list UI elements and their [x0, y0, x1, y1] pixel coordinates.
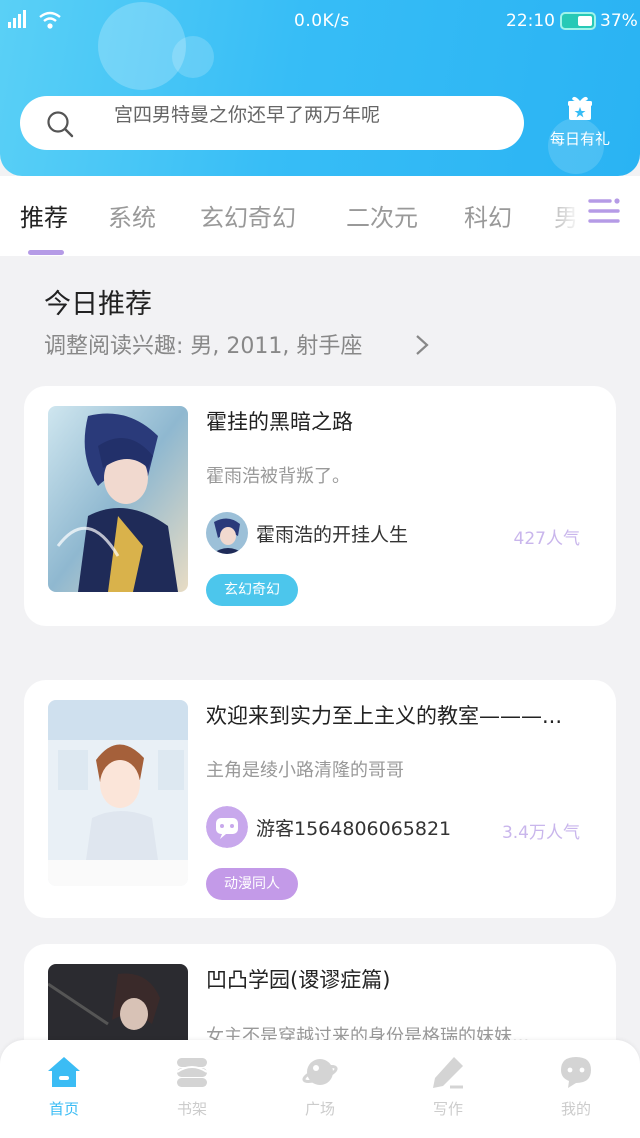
- book-cover[interactable]: [48, 406, 188, 592]
- tab-fantasy[interactable]: 玄幻奇幻: [200, 198, 296, 233]
- net-speed: 0.0K/s: [294, 11, 350, 31]
- search-icon: [47, 111, 74, 138]
- genre-tag: 动漫同人: [206, 868, 298, 900]
- daily-gift-button[interactable]: 每日有礼: [540, 92, 620, 156]
- nav-home[interactable]: 首页: [14, 1054, 114, 1119]
- status-bar: 0.0K/s 22:10 37%: [0, 0, 640, 42]
- nav-plaza[interactable]: 广场: [270, 1054, 370, 1119]
- tab-scifi[interactable]: 科幻: [464, 198, 512, 233]
- home-icon: [48, 1057, 80, 1087]
- nav-label: 广场: [304, 1100, 335, 1118]
- author-name: 游客1564806065821: [256, 818, 452, 840]
- search-input[interactable]: 宫四男特曼之你还早了两万年呢: [114, 100, 380, 127]
- wifi-icon: [39, 11, 61, 29]
- search-bar[interactable]: 宫四男特曼之你还早了两万年呢: [20, 96, 524, 150]
- tab-acg[interactable]: 二次元: [346, 198, 418, 233]
- nav-mine[interactable]: 我的: [526, 1054, 626, 1119]
- book-cover[interactable]: [48, 700, 188, 886]
- clock: 22:10: [506, 11, 555, 31]
- avatar: [206, 512, 248, 554]
- book-card[interactable]: 霍挂的黑暗之路 霍雨浩被背叛了。 霍雨浩的开挂人生 427人气 玄幻奇幻: [24, 386, 616, 626]
- daily-gift-label: 每日有礼: [549, 130, 610, 148]
- nav-write[interactable]: 写作: [398, 1054, 498, 1119]
- battery-icon: [560, 12, 596, 30]
- decor-bubble: [172, 36, 214, 78]
- chat-bubble-icon: [561, 1057, 591, 1088]
- book-desc: 霍雨浩被背叛了。: [206, 466, 350, 487]
- nav-label: 我的: [560, 1100, 591, 1118]
- category-menu-icon[interactable]: [588, 196, 622, 226]
- section-title: 今日推荐: [44, 289, 152, 320]
- header: 0.0K/s 22:10 37% 宫四男特曼之你还早了两万年呢 每日有礼: [0, 0, 640, 176]
- pen-icon: [433, 1057, 463, 1089]
- signal-icon: [8, 10, 26, 28]
- book-title[interactable]: 凹凸学园(谡谬症篇): [206, 964, 390, 994]
- book-title[interactable]: 霍挂的黑暗之路: [206, 406, 353, 436]
- nav-bookshelf[interactable]: 书架: [142, 1054, 242, 1119]
- reading-interest-link[interactable]: 调整阅读兴趣: 男, 2011, 射手座: [44, 328, 362, 360]
- tab-recommend[interactable]: 推荐: [20, 198, 68, 233]
- nav-label: 首页: [48, 1100, 79, 1118]
- battery-percent: 37%: [600, 11, 638, 31]
- tab-system[interactable]: 系统: [108, 198, 156, 233]
- genre-tag: 玄幻奇幻: [206, 574, 298, 606]
- gift-icon: [568, 96, 592, 120]
- avatar: [206, 806, 248, 848]
- planet-icon: [302, 1059, 338, 1085]
- author-name: 霍雨浩的开挂人生: [256, 524, 409, 546]
- nav-label: 写作: [432, 1100, 463, 1118]
- popularity-count: 3.4万人气: [501, 823, 580, 843]
- book-card[interactable]: 欢迎来到实力至上主义的教室———... 主角是绫小路清隆的哥哥 游客156480…: [24, 680, 616, 918]
- category-tabs: 推荐 系统 玄幻奇幻 二次元 科幻 男: [0, 176, 640, 256]
- chevron-right-icon[interactable]: [414, 333, 430, 357]
- active-tab-indicator: [28, 250, 64, 255]
- popularity-count: 427人气: [513, 529, 580, 549]
- book-desc: 主角是绫小路清隆的哥哥: [206, 760, 404, 781]
- book-title[interactable]: 欢迎来到实力至上主义的教室———...: [206, 700, 562, 730]
- nav-label: 书架: [176, 1100, 207, 1118]
- bookshelf-icon: [176, 1058, 208, 1087]
- bottom-nav: 首页 书架 广场 写作 我的: [0, 1040, 640, 1138]
